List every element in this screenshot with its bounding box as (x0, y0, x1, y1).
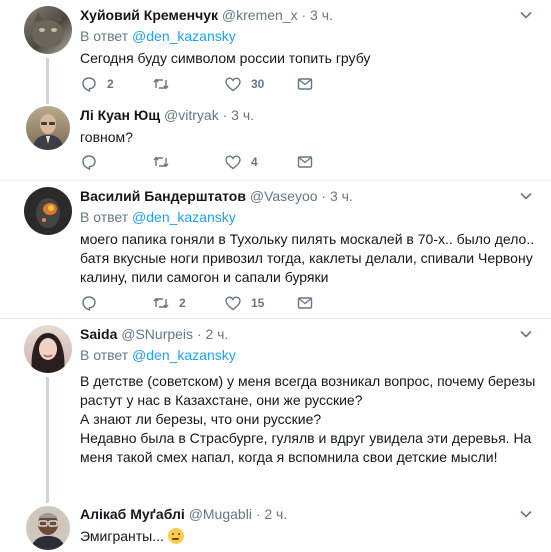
tweet-text: Эмигранты... (80, 527, 541, 546)
like-button[interactable]: 15 (224, 294, 296, 312)
display-name[interactable]: Алікаб Муґаблі (80, 506, 185, 522)
reply-mention-link[interactable]: @den_kazansky (132, 347, 236, 363)
heart-icon (225, 296, 241, 311)
reply-mention-link[interactable]: @den_kazansky (132, 28, 236, 44)
timestamp[interactable]: · 2 ч. (197, 326, 228, 342)
tweet-header: Василий Бандерштатов @Vaseyoo · 3 ч. (80, 187, 541, 206)
tweet-vaseyoo[interactable]: Василий Бандерштатов @Vaseyoo · 3 ч. В о… (0, 181, 551, 317)
envelope-icon (297, 78, 313, 90)
reply-prefix: В ответ (80, 347, 129, 363)
tweet-header: Saida @SNurpeis · 2 ч. (80, 325, 541, 344)
tweet-text: говном? (80, 129, 133, 145)
avatar[interactable] (24, 6, 72, 54)
thread-line (46, 377, 49, 503)
display-name[interactable]: Saida (80, 326, 117, 342)
reply-button[interactable] (80, 153, 152, 171)
timestamp[interactable]: · 3 ч. (223, 107, 254, 123)
tweet-text-paragraph: В детстве (советском) у меня всегда возн… (80, 373, 536, 408)
like-count: 15 (251, 296, 265, 310)
tweet-actions: 4 (80, 152, 368, 172)
retweet-icon (153, 297, 169, 309)
reply-button[interactable]: 2 (80, 75, 152, 93)
retweet-button[interactable]: 2 (152, 294, 224, 312)
chevron-down-icon[interactable] (519, 507, 533, 521)
username[interactable]: @Mugabli (189, 506, 252, 522)
tweet-text-paragraph: А знают ли березы, что они русские? (80, 411, 322, 427)
reply-icon (82, 296, 96, 312)
avatar[interactable] (24, 187, 72, 235)
tweet-vitryak[interactable]: Лі Куан Ющ @vitryak · 3 ч. говном? 4 (0, 100, 551, 180)
timestamp[interactable]: · 3 ч. (302, 7, 333, 23)
avatar[interactable] (24, 325, 72, 373)
tweet-kremen[interactable]: Хуйовий Кременчук @kremen_x · 3 ч. В отв… (0, 0, 551, 104)
heart-icon (225, 155, 241, 170)
reply-icon (82, 155, 96, 171)
avatar[interactable] (26, 506, 70, 550)
tweet-text: моего папика гоняли в Тухольку пилять мо… (80, 231, 535, 285)
like-button[interactable]: 4 (224, 153, 296, 171)
reply-button[interactable] (80, 294, 152, 312)
tweet-text-content: Эмигранты... (80, 528, 164, 544)
reply-mention-link[interactable]: @den_kazansky (132, 209, 236, 225)
retweet-button[interactable] (152, 75, 224, 93)
chevron-down-icon[interactable] (519, 327, 533, 341)
thinking-face-emoji (167, 528, 184, 544)
heart-icon (225, 77, 241, 92)
tweet-actions: 2 30 (80, 74, 368, 94)
display-name[interactable]: Василий Бандерштатов (80, 188, 246, 204)
thread-line (46, 58, 49, 104)
retweet-button[interactable] (152, 153, 224, 171)
tweet-snurpeis[interactable]: Saida @SNurpeis · 2 ч. В ответ @den_kaza… (0, 319, 551, 503)
retweet-count: 2 (179, 296, 186, 310)
reply-count: 2 (107, 77, 114, 91)
direct-message-button[interactable] (296, 75, 368, 93)
retweet-icon (153, 78, 169, 90)
timestamp[interactable]: · 3 ч. (321, 188, 352, 204)
like-count: 30 (251, 77, 265, 91)
reply-context: В ответ @den_kazansky (80, 208, 541, 227)
chevron-down-icon[interactable] (519, 8, 533, 22)
direct-message-button[interactable] (296, 153, 368, 171)
envelope-icon (297, 156, 313, 168)
envelope-icon (297, 297, 313, 309)
reply-context: В ответ @den_kazansky (80, 27, 541, 46)
avatar[interactable] (26, 106, 70, 150)
tweet-text: В детстве (советском) у меня всегда возн… (80, 372, 541, 467)
retweet-icon (153, 156, 169, 168)
tweet-text: Сегодня буду символом россии топить груб… (80, 50, 371, 66)
tweet-header: Лі Куан Ющ @vitryak · 3 ч. (80, 106, 541, 125)
username[interactable]: @Vaseyoo (250, 188, 318, 204)
username[interactable]: @kremen_x (222, 7, 298, 23)
display-name[interactable]: Лі Куан Ющ (80, 107, 160, 123)
username[interactable]: @vitryak (164, 107, 219, 123)
reply-feed: Хуйовий Кременчук @kremen_x · 3 ч. В отв… (0, 0, 551, 552)
username[interactable]: @SNurpeis (121, 326, 193, 342)
like-button[interactable]: 30 (224, 75, 296, 93)
tweet-mugabli[interactable]: Алікаб Муґаблі @Mugabli · 2 ч. Эмигранты… (0, 499, 551, 552)
tweet-text-paragraph: Недавно была в Страсбурге, гулялв и вдру… (80, 430, 532, 465)
reply-prefix: В ответ (80, 209, 129, 225)
chevron-down-icon[interactable] (519, 189, 533, 203)
tweet-header: Хуйовий Кременчук @kremen_x · 3 ч. (80, 6, 541, 25)
reply-icon (82, 77, 96, 93)
direct-message-button[interactable] (296, 294, 368, 312)
reply-context: В ответ @den_kazansky (80, 346, 541, 365)
tweet-actions: 2 15 (80, 293, 368, 313)
display-name[interactable]: Хуйовий Кременчук (80, 7, 218, 23)
reply-prefix: В ответ (80, 28, 129, 44)
like-count: 4 (251, 155, 258, 169)
tweet-header: Алікаб Муґаблі @Mugabli · 2 ч. (80, 505, 541, 524)
timestamp[interactable]: · 2 ч. (256, 506, 287, 522)
